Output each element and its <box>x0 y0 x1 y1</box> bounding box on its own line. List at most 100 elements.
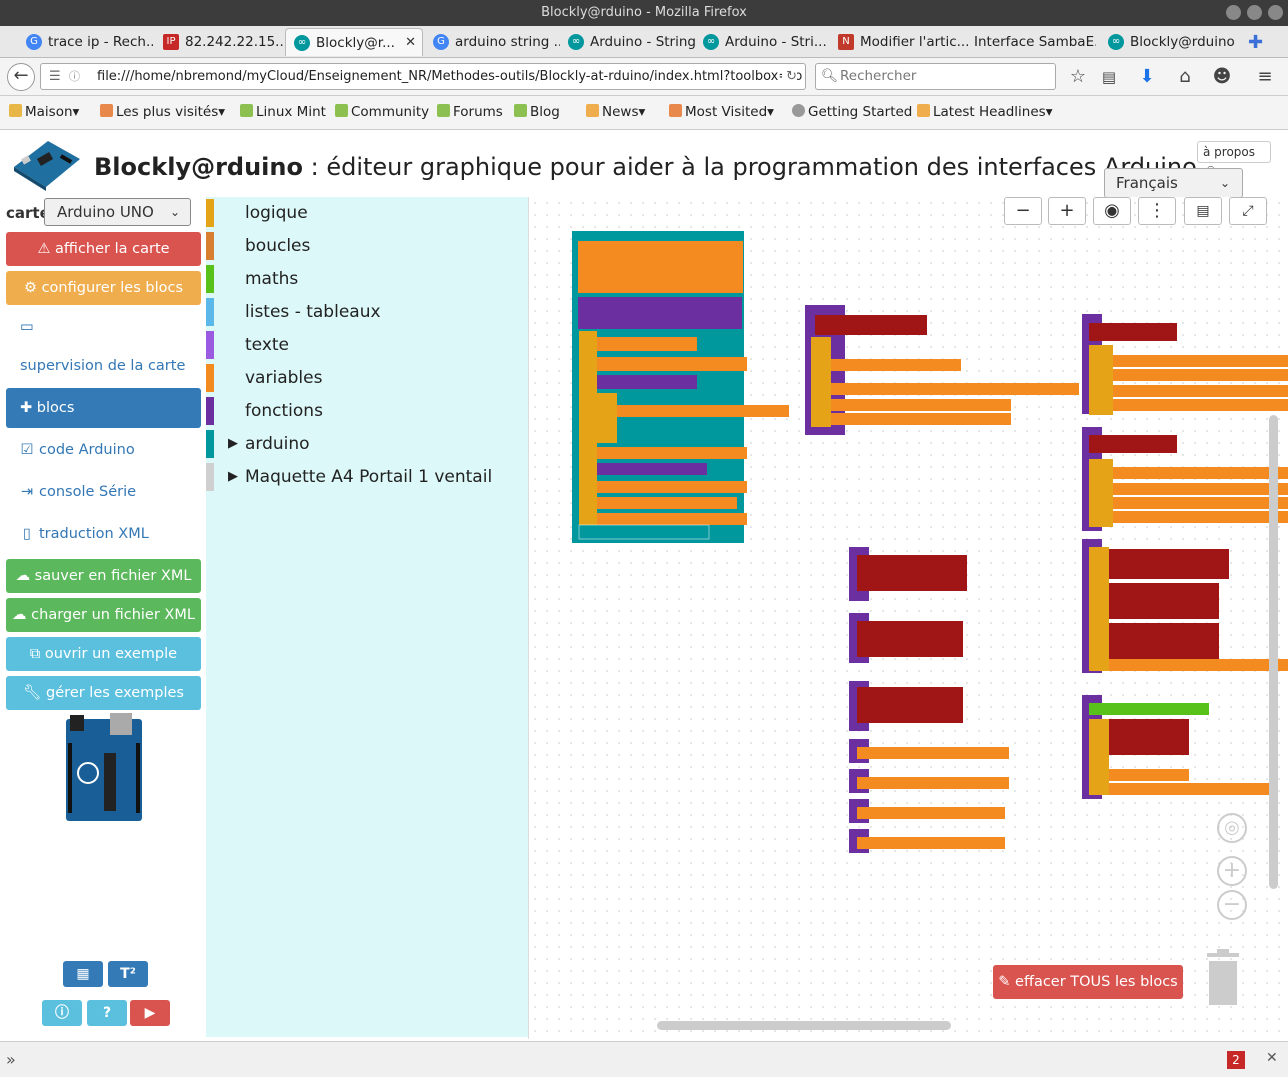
zoom-out-icon[interactable]: − <box>1217 890 1247 920</box>
spip-icon: N <box>838 34 854 50</box>
language-select[interactable]: Français ⌄ <box>1104 168 1243 198</box>
configurer-blocs-button[interactable]: ⚙ configurer les blocs <box>6 271 201 305</box>
blockly-workspace[interactable]: − + ◉ ⋮ ▤ ⤢ ◎ + − ✎ effacer TOUS les blo… <box>528 197 1288 1039</box>
bookmark-linux-mint[interactable]: Linux Mint <box>240 104 326 120</box>
category-maths[interactable]: maths <box>206 264 528 294</box>
ouvrir-label: ouvrir un exemple <box>44 646 178 662</box>
download-icon[interactable]: ⬇ <box>1134 64 1160 90</box>
tab-modifier-article[interactable]: N Modifier l'artic... <box>830 28 968 56</box>
tab-arduino-string-search[interactable]: Garduino string ... <box>425 28 560 56</box>
grid-icon[interactable]: ▦ <box>63 961 103 987</box>
category-boucles[interactable]: boucles <box>206 231 528 261</box>
bookmark-latest-headlines[interactable]: Latest Headlines▾ <box>917 104 1053 120</box>
category-arduino[interactable]: ▶ arduino <box>206 429 528 459</box>
function-block-5[interactable] <box>1082 695 1269 799</box>
bookmark-news[interactable]: News▾ <box>586 104 645 120</box>
more-vertical-icon[interactable]: ⋮ <box>1138 197 1176 225</box>
info-icon[interactable]: ⓘ <box>69 64 80 89</box>
console-serie-link[interactable]: ⇥ console Série <box>6 475 201 509</box>
tab-blockly-active[interactable]: ∞ Blockly@r... ✕ <box>285 28 423 56</box>
video-icon[interactable]: ▶ <box>130 1000 170 1026</box>
category-color-bar <box>206 463 214 491</box>
zoom-in-icon[interactable]: + <box>1217 856 1247 886</box>
small-function-blocks[interactable] <box>849 547 1009 853</box>
category-color-bar <box>206 298 214 326</box>
apropos-button[interactable]: à propos 👤︎ <box>1197 141 1271 179</box>
function-block-2[interactable] <box>1082 314 1288 415</box>
setup-loop-block[interactable] <box>572 231 789 543</box>
ouvrir-exemple-button[interactable]: ⧉ ouvrir un exemple <box>6 637 201 671</box>
carte-select[interactable]: Arduino UNO ⌄ <box>44 198 191 226</box>
list-icon[interactable]: ▤ <box>1184 197 1222 225</box>
effacer-tous-button[interactable]: ✎ effacer TOUS les blocs <box>993 965 1183 999</box>
blocks-canvas[interactable] <box>529 197 1288 1039</box>
help-icon[interactable]: ? <box>87 1000 127 1026</box>
tab-trace-ip[interactable]: Gtrace ip - Rech... <box>18 28 153 56</box>
notification-badge[interactable]: 2 <box>1227 1051 1245 1069</box>
trash-icon[interactable] <box>1205 949 1241 1007</box>
emoji-icon[interactable]: ☻ <box>1209 64 1235 90</box>
category-logique[interactable]: logique <box>206 198 528 228</box>
library-icon[interactable]: ▤ <box>1096 64 1122 90</box>
bookmark-getting-started[interactable]: Getting Started <box>792 104 912 120</box>
minimize-icon[interactable] <box>1226 5 1241 20</box>
category-fonctions[interactable]: fonctions <box>206 396 528 426</box>
supervision-link[interactable]: supervision de la carte <box>6 349 201 383</box>
reload-icon[interactable]: ↻ <box>782 64 797 89</box>
afficher-carte-button[interactable]: ⚠ afficher la carte <box>6 232 201 266</box>
gerer-exemples-button[interactable]: 🔧︎ gérer les exemples <box>6 676 201 710</box>
double-chevron-icon[interactable]: » <box>6 1050 16 1069</box>
tab-arduino-stri[interactable]: ∞ Arduino - Stri... <box>695 28 830 56</box>
new-tab-icon[interactable]: ✚ <box>1240 28 1270 56</box>
code-arduino-link[interactable]: ☑ code Arduino <box>6 433 201 467</box>
category-color-bar <box>206 232 214 260</box>
file-icon: ▯ <box>23 526 31 542</box>
horizontal-scrollbar[interactable] <box>657 1021 951 1030</box>
center-target-icon[interactable]: ◎ <box>1217 813 1247 843</box>
function-block-1[interactable] <box>805 305 1079 435</box>
bookmark-blog[interactable]: Blog <box>514 104 560 120</box>
sauver-xml-button[interactable]: ☁ sauver en fichier XML <box>6 559 201 593</box>
close-window-icon[interactable] <box>1268 5 1283 20</box>
tab-ip[interactable]: IP 82.242.22.15... <box>155 28 283 56</box>
tab-blockly-2[interactable]: ∞ Blockly@rduino <box>1100 28 1235 56</box>
traduction-xml-link[interactable]: ▯ traduction XML <box>6 517 201 551</box>
monitor-link[interactable]: ▭ <box>6 310 201 344</box>
function-block-3[interactable] <box>1082 427 1288 531</box>
bookmark-forums[interactable]: Forums <box>437 104 503 120</box>
zoom-out-toolbar-button[interactable]: − <box>1004 197 1042 225</box>
maximize-icon[interactable] <box>1247 5 1262 20</box>
menu-icon[interactable]: ≡ <box>1252 64 1278 90</box>
bookmark-community[interactable]: Community <box>335 104 429 120</box>
category-texte[interactable]: texte <box>206 330 528 360</box>
bookmark-most-visited[interactable]: Most Visited▾ <box>669 104 774 120</box>
category-maquette[interactable]: ▶ Maquette A4 Portail 1 ventail <box>206 462 528 492</box>
search-input[interactable]: 🔍︎ Rechercher <box>815 63 1056 90</box>
category-label: listes - tableaux <box>245 302 381 322</box>
charger-xml-button[interactable]: ☁ charger un fichier XML <box>6 598 201 632</box>
close-tab-icon[interactable]: ✕ <box>405 35 416 50</box>
url-bar[interactable]: ☰ ⓘ file:///home/nbremond/myCloud/Enseig… <box>40 63 806 90</box>
category-variables[interactable]: variables <box>206 363 528 393</box>
eye-icon[interactable]: ◉ <box>1093 197 1131 225</box>
google-icon: G <box>433 34 449 50</box>
supervision-label: supervision de la carte <box>20 358 186 374</box>
bookmark-plus-visites[interactable]: Les plus visités▾ <box>100 104 225 120</box>
function-block-4[interactable] <box>1082 539 1288 673</box>
tab-label: Modifier l'artic... <box>860 34 968 50</box>
bookmark-maison[interactable]: Maison▾ <box>9 104 79 120</box>
home-icon[interactable]: ⌂ <box>1172 64 1198 90</box>
blocs-tab[interactable]: ✚ blocs <box>6 388 201 428</box>
history-icon[interactable]: ☰ <box>49 64 61 89</box>
back-icon[interactable]: ← <box>7 63 35 91</box>
close-icon[interactable]: ✕ <box>1266 1050 1278 1066</box>
fullscreen-icon[interactable]: ⤢ <box>1229 197 1267 225</box>
vertical-scrollbar[interactable] <box>1269 415 1278 889</box>
info-circle-icon[interactable]: ⓘ <box>42 1000 82 1026</box>
tab-arduino-string[interactable]: ∞ Arduino - String <box>560 28 695 56</box>
tab-interface-samba[interactable]: Interface SambaE... <box>966 28 1096 56</box>
zoom-in-toolbar-button[interactable]: + <box>1048 197 1086 225</box>
bookmark-star-icon[interactable]: ☆ <box>1065 64 1091 90</box>
category-listes[interactable]: listes - tableaux <box>206 297 528 327</box>
text-size-icon[interactable]: T² <box>108 961 148 987</box>
